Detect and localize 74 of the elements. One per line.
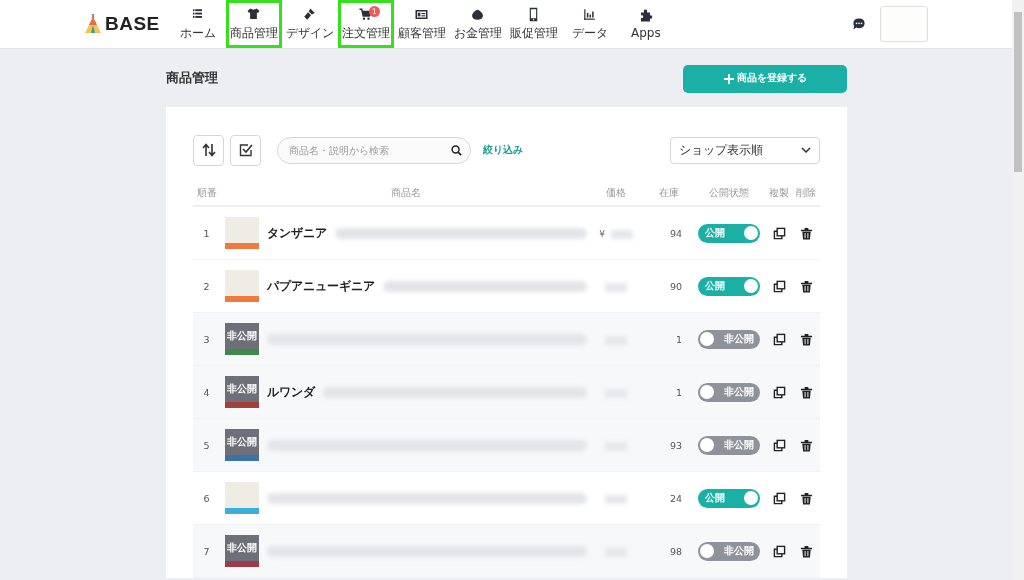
blurred-price [610, 229, 633, 239]
copy-icon[interactable] [772, 226, 786, 240]
product-thumbnail: 非公開 [225, 323, 260, 355]
page-title: 商品管理 [166, 68, 218, 87]
row-number: 4 [203, 386, 210, 398]
nav-icon [582, 6, 598, 22]
logo-text: BASE [105, 13, 160, 35]
copy-icon[interactable] [772, 438, 786, 452]
nav-item[interactable]: Apps [617, 0, 674, 48]
product-thumbnail [225, 217, 260, 249]
product-thumbnail [225, 482, 260, 514]
product-thumbnail: 非公開 [225, 535, 260, 567]
stock-count: 94 [669, 227, 682, 239]
product-thumbnail: 非公開 [225, 429, 260, 461]
column-header: 順番 [196, 187, 217, 198]
product-name: パプアニューギニア [267, 277, 376, 295]
currency-sign: ¥ [599, 228, 605, 239]
column-header: 削除 [796, 186, 817, 200]
nav-item[interactable]: データ [561, 0, 618, 48]
chat-icon[interactable] [852, 17, 866, 31]
nav-item[interactable]: デザイン [281, 0, 338, 48]
stock-count: 93 [669, 439, 682, 451]
row-number: 2 [203, 280, 210, 292]
nav-icon [638, 8, 654, 23]
nav-item[interactable]: ホーム [169, 0, 226, 48]
trash-icon[interactable] [799, 332, 813, 346]
product-thumbnail: 非公開 [225, 376, 260, 408]
column-header: 複製 [769, 186, 790, 200]
row-number: 1 [203, 227, 210, 239]
copy-icon[interactable] [772, 491, 786, 505]
trash-icon[interactable] [799, 438, 813, 452]
nav-item[interactable]: 商品管理 [225, 0, 282, 48]
row-number: 7 [203, 545, 210, 557]
column-header: 公開状態 [708, 186, 749, 200]
sort-button[interactable] [193, 134, 224, 166]
stock-count: 1 [675, 333, 682, 345]
copy-icon[interactable] [772, 332, 786, 346]
row-number: 6 [203, 492, 210, 504]
search-icon [451, 144, 462, 156]
product-name: タンザニア [267, 224, 328, 242]
sort-icon [201, 143, 216, 157]
logo-icon [84, 14, 102, 34]
row-number: 3 [203, 333, 210, 345]
column-header: 在庫 [658, 187, 679, 198]
trash-icon[interactable] [799, 279, 813, 293]
trash-icon[interactable] [799, 491, 813, 505]
copy-icon[interactable] [772, 279, 786, 293]
stock-count: 1 [675, 386, 682, 398]
stock-count: 98 [669, 545, 682, 557]
row-number: 5 [203, 439, 210, 451]
trash-icon[interactable] [799, 385, 813, 399]
copy-icon[interactable] [772, 385, 786, 399]
search-field[interactable]: 商品名・説明から検索 [277, 136, 471, 164]
checkbox-icon [238, 143, 253, 157]
plus-icon [723, 73, 734, 84]
nav-item[interactable]: 顧客管理 [393, 0, 450, 48]
product-name: ルワンダ [267, 383, 316, 401]
stock-count: 24 [669, 492, 682, 504]
product-thumbnail [225, 270, 260, 302]
sort-select[interactable]: ショップ表示順 [670, 136, 820, 164]
column-header: 価格 [606, 187, 627, 198]
scrollbar[interactable] [1012, 0, 1024, 580]
column-header: 商品名 [391, 186, 422, 200]
nav-item[interactable]: 販促管理 [505, 0, 562, 48]
blurred-price [605, 494, 627, 504]
trash-icon[interactable] [799, 226, 813, 240]
select-button[interactable] [230, 134, 261, 166]
copy-icon[interactable] [772, 544, 786, 558]
nav-item[interactable]: お金管理 [449, 0, 506, 48]
trash-icon[interactable] [799, 544, 813, 558]
stock-count: 90 [669, 280, 682, 292]
chevron-icon [801, 147, 811, 153]
blurred-price [605, 282, 627, 292]
nav-icon [246, 6, 262, 22]
